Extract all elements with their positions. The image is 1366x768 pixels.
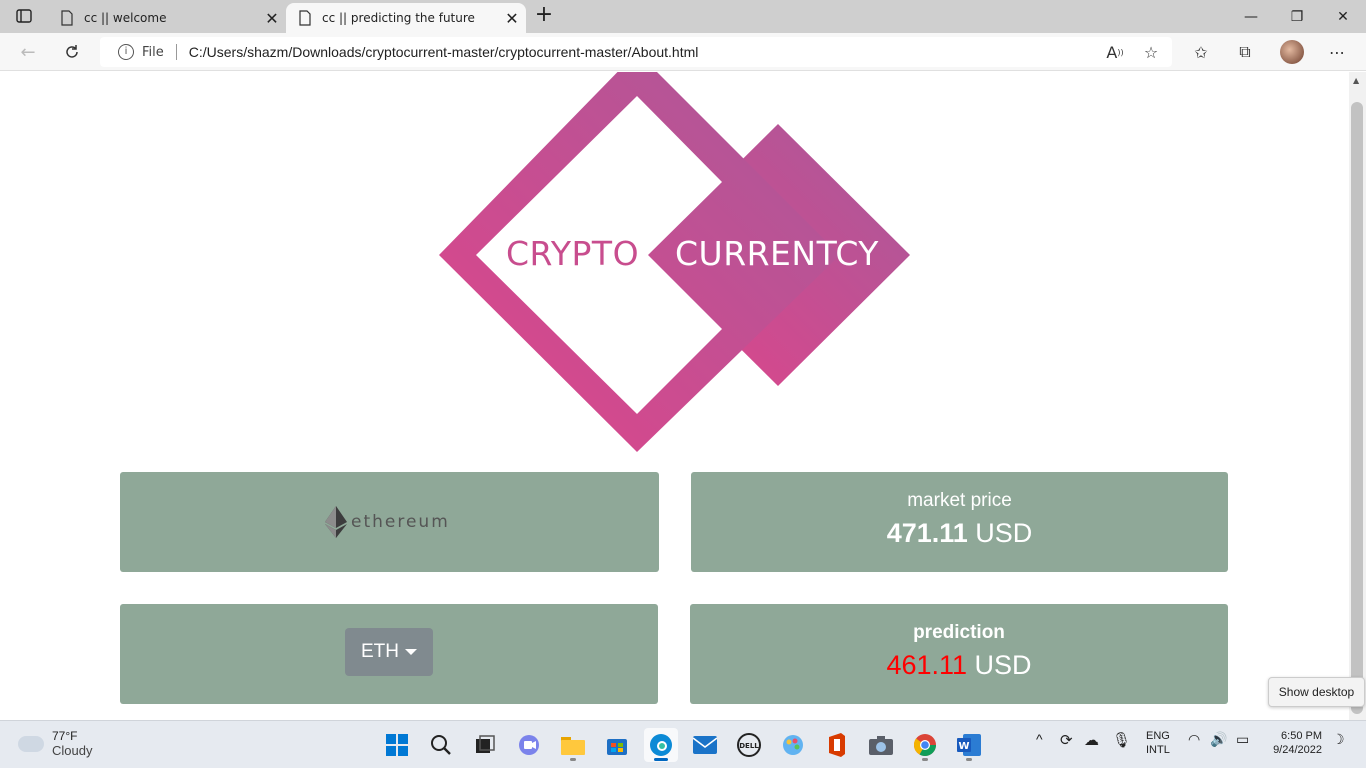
logo-text-crypto: CRYPTO [506, 234, 640, 273]
weather-temp: 77°F [52, 729, 78, 743]
ethereum-icon [325, 506, 347, 538]
address-bar[interactable]: i File C:/Users/shazm/Downloads/cryptocu… [100, 37, 1172, 67]
svg-text:DELL: DELL [739, 742, 759, 750]
microphone-icon[interactable]: 🎙 [1112, 731, 1131, 749]
coin-dropdown[interactable]: ETH [345, 628, 433, 676]
market-price-value: 471.11 USD [691, 518, 1228, 549]
office-icon[interactable] [820, 728, 854, 762]
coin-card: ethereum [120, 472, 659, 572]
svg-text:W: W [958, 741, 969, 752]
coin-dropdown-value: ETH [361, 641, 399, 662]
back-button[interactable]: ← [14, 38, 42, 66]
ethereum-wordmark: ethereum [351, 512, 450, 532]
page-scrollbar[interactable]: ▲ [1349, 72, 1366, 720]
market-price-currency: USD [975, 518, 1033, 548]
close-tab-icon[interactable]: ✕ [498, 9, 526, 28]
volume-icon[interactable]: 🔊 [1210, 731, 1227, 748]
wifi-icon[interactable]: ◠ [1188, 731, 1200, 748]
market-price-label: market price [907, 490, 1012, 511]
clock-time: 6:50 PM [1281, 730, 1322, 742]
weather-widget[interactable]: 77°F Cloudy [18, 729, 92, 758]
keyboard-layout: INTL [1146, 744, 1170, 756]
tab-welcome[interactable]: cc || welcome ✕ [48, 3, 286, 33]
language-code: ENG [1146, 730, 1170, 742]
edge-icon[interactable] [644, 728, 678, 762]
crypto-currentcy-logo: CRYPTO CURRENTCY [438, 72, 912, 452]
info-icon[interactable]: i [118, 44, 134, 60]
prediction-value: 461.11 USD [690, 650, 1228, 681]
tab-title: cc || predicting the future [322, 11, 475, 25]
ethereum-logo: ethereum [325, 506, 450, 538]
word-icon[interactable]: W [952, 728, 986, 762]
url-text[interactable]: C:/Users/shazm/Downloads/cryptocurrent-m… [189, 44, 699, 60]
prediction-currency: USD [974, 650, 1032, 680]
running-indicator [966, 758, 972, 761]
running-indicator [654, 758, 668, 761]
profile-avatar[interactable] [1280, 40, 1304, 64]
close-window-button[interactable]: ✕ [1320, 0, 1366, 33]
start-icon[interactable] [380, 728, 414, 762]
mail-icon[interactable] [688, 728, 722, 762]
language-indicator[interactable]: ENG INTL [1146, 730, 1170, 756]
scrollbar-thumb[interactable] [1351, 102, 1363, 714]
cloud-icon [18, 735, 44, 752]
page-viewport: CRYPTO CURRENTCY ethereum market price 4… [0, 72, 1349, 720]
weather-condition: Cloudy [52, 743, 93, 758]
logo-text-currentcy: CURRENTCY [675, 234, 879, 273]
focus-assist-icon[interactable]: ☽ [1332, 731, 1345, 748]
collections-icon[interactable]: ⧉ [1234, 41, 1256, 63]
favorites-icon[interactable]: ✩ [1190, 41, 1212, 63]
caret-down-icon [405, 649, 417, 655]
clock-date: 9/24/2022 [1273, 744, 1322, 756]
prediction-number: 461.11 [886, 650, 968, 680]
page-icon [299, 10, 311, 26]
read-aloud-icon[interactable]: A)) [1104, 41, 1126, 63]
market-price-card: market price 471.11 USD [691, 472, 1228, 572]
add-favorite-icon[interactable]: ☆ [1140, 41, 1162, 63]
clock[interactable]: 6:50 PM 9/24/2022 [1268, 730, 1322, 756]
taskbar: 77°F Cloudy DELL W ^ ⟳ ☁ 🎙 ENG INTL ◠ 🔊 … [0, 720, 1366, 768]
prediction-label: prediction [913, 622, 1005, 643]
sync-icon[interactable]: ⟳ [1060, 731, 1073, 749]
network-status-icon[interactable]: ☁ [1084, 731, 1099, 749]
prediction-card: prediction 461.11 USD [690, 604, 1228, 704]
task-view-icon[interactable] [468, 728, 502, 762]
file-explorer-icon[interactable] [556, 728, 590, 762]
battery-icon[interactable]: ▭ [1236, 731, 1249, 748]
refresh-button[interactable] [58, 38, 86, 66]
browser-toolbar: ← i File C:/Users/shazm/Downloads/crypto… [0, 33, 1366, 71]
running-indicator [570, 758, 576, 761]
store-icon[interactable] [600, 728, 634, 762]
tab-predicting[interactable]: cc || predicting the future ✕ [286, 3, 526, 33]
tab-actions-icon[interactable] [12, 6, 36, 26]
page-icon [61, 10, 73, 26]
coin-select-card: ETH [120, 604, 658, 704]
show-hidden-icons[interactable]: ^ [1036, 731, 1043, 747]
show-desktop-tooltip: Show desktop [1268, 677, 1365, 707]
tab-title: cc || welcome [84, 11, 167, 25]
address-divider [175, 44, 177, 60]
search-icon[interactable] [424, 728, 458, 762]
close-tab-icon[interactable]: ✕ [258, 9, 286, 28]
scroll-up-icon[interactable]: ▲ [1353, 76, 1359, 85]
chrome-icon[interactable] [908, 728, 942, 762]
camera-icon[interactable] [864, 728, 898, 762]
dell-icon[interactable]: DELL [732, 728, 766, 762]
minimize-button[interactable]: — [1228, 0, 1274, 33]
market-price-number: 471.11 [886, 518, 968, 548]
more-menu-icon[interactable]: ⋯ [1326, 41, 1348, 63]
new-tab-button[interactable]: + [532, 4, 556, 28]
url-scheme: File [142, 44, 164, 60]
paint-icon[interactable] [776, 728, 810, 762]
teams-chat-icon[interactable] [512, 728, 546, 762]
running-indicator [922, 758, 928, 761]
tab-strip: cc || welcome ✕ cc || predicting the fut… [0, 0, 1366, 33]
restore-button[interactable]: ❐ [1274, 0, 1320, 33]
